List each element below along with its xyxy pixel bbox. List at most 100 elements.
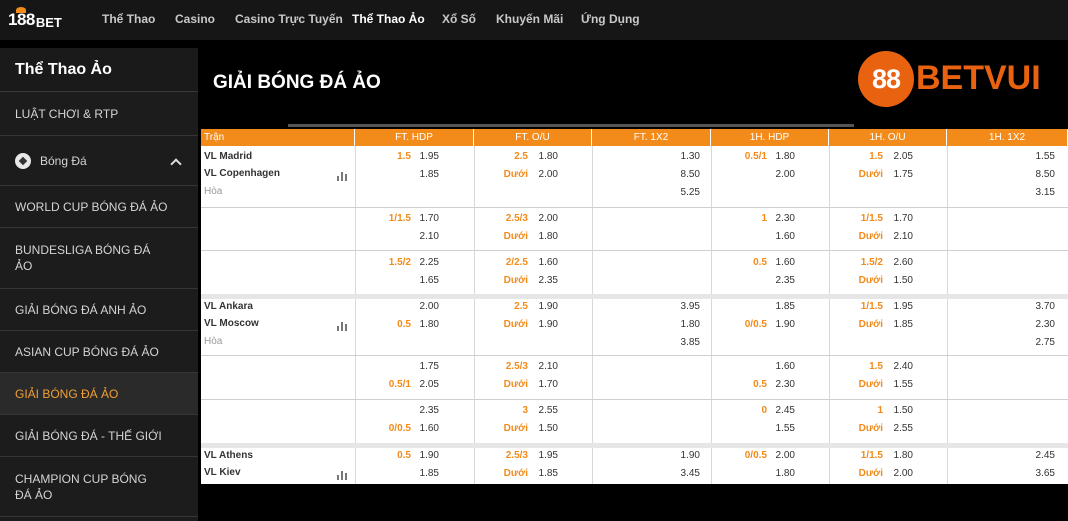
row-divider — [201, 207, 1068, 208]
stats-chart-icon[interactable] — [337, 471, 347, 480]
odds-value[interactable]: 2.00 — [885, 468, 913, 479]
odds-1x2[interactable]: 3.70 — [1007, 301, 1055, 312]
odds-value[interactable]: 1.75 — [885, 169, 913, 180]
odds-1x2[interactable]: 1.30 — [652, 151, 700, 162]
sidebar-item-label: CHAMPION CUP BÓNG ĐÁ ẢO — [15, 471, 147, 502]
odds-value[interactable]: 2.05 — [885, 151, 913, 162]
row-divider — [201, 355, 1068, 356]
nav-item-casino-truc-tuyen[interactable]: Casino Trực Tuyến — [235, 12, 343, 26]
odds-value[interactable]: 1.60 — [769, 231, 795, 242]
nav-item-the-thao[interactable]: Thể Thao — [102, 12, 155, 26]
odds-value[interactable]: 1.85 — [885, 319, 913, 330]
odds-value[interactable]: 1.95 — [885, 301, 913, 312]
odds-value[interactable]: 2.55 — [530, 405, 558, 416]
odds-value[interactable]: 2.00 — [769, 169, 795, 180]
odds-value[interactable]: 2.05 — [413, 379, 439, 390]
nav-item-the-thao-ao[interactable]: Thể Thao Ảo — [352, 12, 425, 26]
nav-item-xo-so[interactable]: Xổ Số — [442, 12, 476, 26]
odds-value[interactable]: 2.10 — [885, 231, 913, 242]
odds-value[interactable]: 1.80 — [769, 468, 795, 479]
sidebar-item-champion-cup[interactable]: CHAMPION CUP BÓNG ĐÁ ẢO — [0, 457, 198, 517]
odds-value[interactable]: 1.90 — [530, 319, 558, 330]
sidebar-item-world-cup[interactable]: WORLD CUP BÓNG ĐÁ ẢO — [0, 186, 198, 228]
odds-value[interactable]: 1.70 — [530, 379, 558, 390]
odds-value[interactable]: 1.85 — [530, 468, 558, 479]
nav-item-khuyen-mai[interactable]: Khuyến Mãi — [496, 12, 563, 26]
sidebar-item-bundesliga[interactable]: BUNDESLIGA BÓNG ĐÁ ẢO — [0, 228, 198, 289]
sidebar-item-bong-da[interactable]: Bóng Đá — [0, 136, 198, 186]
stats-chart-icon[interactable] — [337, 322, 347, 331]
odds-value[interactable]: 2.00 — [530, 169, 558, 180]
odds-1x2[interactable]: 3.45 — [652, 468, 700, 479]
odds-1x2[interactable]: 2.30 — [1007, 319, 1055, 330]
nav-item-casino[interactable]: Casino — [175, 12, 215, 26]
odds-value[interactable]: 2.60 — [885, 257, 913, 268]
odds-value[interactable]: 1.55 — [769, 423, 795, 434]
odds-value[interactable]: 2.55 — [885, 423, 913, 434]
odds-1x2[interactable]: 2.45 — [1007, 450, 1055, 461]
odds-value[interactable]: 1.70 — [413, 213, 439, 224]
odds-value[interactable]: 1.50 — [885, 405, 913, 416]
odds-1x2[interactable]: 3.15 — [1007, 187, 1055, 198]
odds-value[interactable]: 2.00 — [530, 213, 558, 224]
odds-value[interactable]: 2.40 — [885, 361, 913, 372]
divider — [288, 124, 854, 127]
odds-value[interactable]: 1.80 — [885, 450, 913, 461]
odds-value[interactable]: 1.80 — [413, 319, 439, 330]
odds-value[interactable]: 1.50 — [885, 275, 913, 286]
odds-value[interactable]: 1.80 — [530, 151, 558, 162]
odds-1x2[interactable]: 5.25 — [652, 187, 700, 198]
odds-value[interactable]: 1.80 — [769, 151, 795, 162]
odds-value[interactable]: 1.75 — [413, 361, 439, 372]
odds-1x2[interactable]: 3.85 — [652, 337, 700, 348]
odds-value[interactable]: 1.70 — [885, 213, 913, 224]
odds-1x2[interactable]: 1.90 — [652, 450, 700, 461]
odds-value[interactable]: 2.35 — [413, 405, 439, 416]
nav-item-ung-dung[interactable]: Ứng Dụng — [581, 12, 640, 26]
sidebar-item-luat-choi[interactable]: LUẬT CHƠI & RTP — [0, 93, 198, 136]
sidebar-item-the-gioi[interactable]: GIẢI BÓNG ĐÁ - THẾ GIỚI — [0, 415, 198, 457]
odds-value[interactable]: 1.60 — [769, 257, 795, 268]
odds-value[interactable]: 2.00 — [769, 450, 795, 461]
odds-1x2[interactable]: 8.50 — [652, 169, 700, 180]
odds-value[interactable]: 1.50 — [530, 423, 558, 434]
odds-value[interactable]: 1.90 — [413, 450, 439, 461]
odds-value[interactable]: 1.55 — [885, 379, 913, 390]
odds-1x2[interactable]: 3.65 — [1007, 468, 1055, 479]
odds-value[interactable]: 1.60 — [413, 423, 439, 434]
odds-value[interactable]: 2.35 — [769, 275, 795, 286]
odds-value[interactable]: 1.90 — [769, 319, 795, 330]
odds-value[interactable]: 2.00 — [413, 301, 439, 312]
odds-value[interactable]: 2.10 — [413, 231, 439, 242]
stats-chart-icon[interactable] — [337, 172, 347, 181]
odds-1x2[interactable]: 1.80 — [652, 319, 700, 330]
sidebar-item-asian-cup[interactable]: ASIAN CUP BÓNG ĐÁ ẢO — [0, 331, 198, 373]
chevron-up-icon[interactable] — [170, 158, 182, 170]
odds-1x2[interactable]: 1.55 — [1007, 151, 1055, 162]
odds-value[interactable]: 1.85 — [413, 169, 439, 180]
odds-value[interactable]: 1.60 — [530, 257, 558, 268]
odds-value[interactable]: 2.35 — [530, 275, 558, 286]
odds-value[interactable]: 1.85 — [769, 301, 795, 312]
odds-value[interactable]: 1.95 — [530, 450, 558, 461]
sidebar-item-giai-anh[interactable]: GIẢI BÓNG ĐÁ ANH ẢO — [0, 289, 198, 331]
odds-value[interactable]: 1.90 — [530, 301, 558, 312]
odds-1x2[interactable]: 3.95 — [652, 301, 700, 312]
odds-value[interactable]: 1.60 — [769, 361, 795, 372]
over-line: 1 — [877, 405, 883, 416]
odds-value[interactable]: 2.45 — [769, 405, 795, 416]
odds-value[interactable]: 1.80 — [530, 231, 558, 242]
odds-value[interactable]: 1.85 — [413, 468, 439, 479]
under-label: Dưới — [858, 423, 883, 434]
odds-value[interactable]: 1.95 — [413, 151, 439, 162]
odds-value[interactable]: 2.30 — [769, 213, 795, 224]
odds-value[interactable]: 2.30 — [769, 379, 795, 390]
odds-1x2[interactable]: 8.50 — [1007, 169, 1055, 180]
188bet-logo[interactable]: 188 BET — [8, 7, 62, 31]
odds-value[interactable]: 2.25 — [413, 257, 439, 268]
odds-value[interactable]: 1.65 — [413, 275, 439, 286]
odds-1x2[interactable]: 2.75 — [1007, 337, 1055, 348]
sidebar-item-giai-bong-da-ao[interactable]: GIẢI BÓNG ĐÁ ẢO — [0, 373, 198, 415]
logo-mark-icon — [16, 7, 26, 13]
odds-value[interactable]: 2.10 — [530, 361, 558, 372]
